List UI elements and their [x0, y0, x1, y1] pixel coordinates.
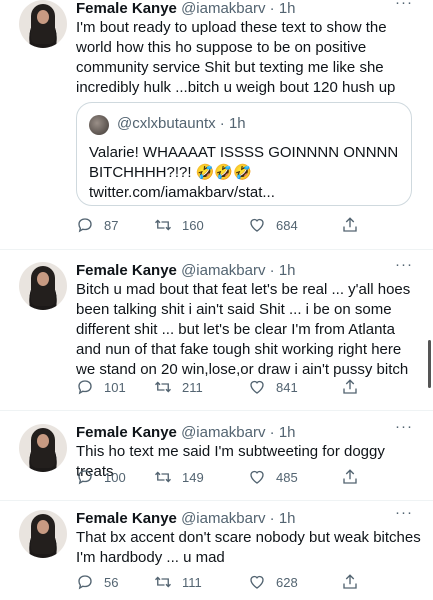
- share-button[interactable]: [341, 573, 359, 591]
- tweet-header: Female Kanye @iamakbarv · 1h: [76, 262, 296, 279]
- more-options-icon[interactable]: ···: [395, 504, 413, 521]
- tweet-divider: [0, 500, 433, 501]
- retweet-button[interactable]: 211: [154, 378, 203, 396]
- avatar[interactable]: [19, 510, 67, 558]
- reply-icon: [78, 575, 92, 590]
- share-icon: [343, 217, 357, 232]
- like-icon: [250, 575, 264, 589]
- tweet-text: I'm bout ready to upload these text to s…: [76, 19, 396, 96]
- display-name[interactable]: Female Kanye: [76, 0, 177, 17]
- reply-button[interactable]: 101: [76, 378, 126, 396]
- reply-button[interactable]: 56: [76, 573, 118, 591]
- quoted-timestamp: · 1h: [219, 115, 246, 132]
- retweet-count: 111: [182, 574, 202, 590]
- tweet-divider: [0, 249, 433, 250]
- reply-icon: [78, 470, 92, 485]
- quote-tweet[interactable]: @cxlxbutauntx · 1h Valarie! WHAAAAT ISSS…: [76, 102, 412, 206]
- display-name[interactable]: Female Kanye: [76, 424, 177, 441]
- like-button[interactable]: 485: [248, 468, 298, 486]
- more-options-icon[interactable]: ···: [395, 256, 413, 273]
- handle[interactable]: @iamakbarv: [181, 424, 265, 441]
- quoted-header: @cxlxbutauntx · 1h: [117, 115, 246, 132]
- share-button[interactable]: [341, 378, 359, 396]
- like-icon: [250, 218, 264, 232]
- avatar[interactable]: [19, 424, 67, 472]
- timestamp[interactable]: · 1h: [270, 510, 296, 527]
- like-count: 841: [276, 379, 298, 395]
- handle[interactable]: @iamakbarv: [181, 0, 265, 17]
- tweet-actions: 56 111 628: [76, 573, 376, 593]
- retweet-count: 211: [182, 379, 203, 395]
- reply-count: 100: [104, 469, 126, 485]
- reply-count: 87: [104, 217, 119, 233]
- timestamp[interactable]: · 1h: [270, 262, 296, 279]
- display-name[interactable]: Female Kanye: [76, 262, 177, 279]
- avatar[interactable]: [19, 262, 67, 310]
- tweet-divider: [0, 410, 433, 411]
- tweet-header: Female Kanye @iamakbarv · 1h: [76, 0, 296, 17]
- reply-button[interactable]: 100: [76, 468, 126, 486]
- tweet-actions: 101 211 841: [76, 378, 376, 398]
- retweet-button[interactable]: 160: [154, 216, 204, 234]
- retweet-count: 149: [182, 469, 204, 485]
- display-name[interactable]: Female Kanye: [76, 510, 177, 527]
- retweet-icon: [155, 219, 171, 231]
- share-icon: [343, 469, 357, 484]
- reply-count: 101: [104, 379, 126, 395]
- tweet-2[interactable]: Female Kanye @iamakbarv · 1h ··· Bitch u…: [0, 256, 433, 412]
- handle[interactable]: @iamakbarv: [181, 262, 265, 279]
- reply-icon: [78, 218, 92, 233]
- reply-count: 56: [104, 574, 119, 590]
- handle[interactable]: @iamakbarv: [181, 510, 265, 527]
- tweet-actions: 100 149 485: [76, 468, 376, 488]
- like-count: 628: [276, 574, 298, 590]
- timestamp[interactable]: · 1h: [270, 0, 296, 17]
- tweet-4[interactable]: Female Kanye @iamakbarv · 1h ··· That bx…: [0, 504, 433, 600]
- reply-icon: [78, 380, 92, 395]
- timestamp[interactable]: · 1h: [270, 424, 296, 441]
- quoted-text: Valarie! WHAAAAT ISSSS GOINNNN ONNNN BIT…: [89, 144, 399, 201]
- like-count: 684: [276, 217, 298, 233]
- like-button[interactable]: 841: [248, 378, 298, 396]
- quoted-avatar: [89, 115, 109, 135]
- like-button[interactable]: 684: [248, 216, 298, 234]
- tweet-1[interactable]: Female Kanye @iamakbarv · 1h ··· I'm bou…: [0, 0, 433, 250]
- avatar[interactable]: [19, 0, 67, 48]
- tweet-header: Female Kanye @iamakbarv · 1h: [76, 510, 296, 527]
- tweet-3[interactable]: Female Kanye @iamakbarv · 1h ··· This ho…: [0, 418, 433, 500]
- quoted-handle: @cxlxbutauntx: [117, 115, 216, 132]
- retweet-icon: [155, 576, 171, 588]
- retweet-button[interactable]: 149: [154, 468, 204, 486]
- more-options-icon[interactable]: ···: [395, 418, 413, 435]
- tweet-header: Female Kanye @iamakbarv · 1h: [76, 424, 296, 441]
- scrollbar[interactable]: [428, 340, 431, 388]
- tweet-text: That bx accent don't scare nobody but we…: [76, 529, 421, 566]
- tweet-text: Bitch u mad bout that feat let's be real…: [76, 281, 411, 378]
- retweet-count: 160: [182, 217, 204, 233]
- like-icon: [250, 470, 264, 484]
- reply-button[interactable]: 87: [76, 216, 118, 234]
- share-icon: [343, 379, 357, 394]
- like-icon: [250, 380, 264, 394]
- retweet-button[interactable]: 111: [154, 573, 202, 591]
- share-icon: [343, 574, 357, 589]
- retweet-icon: [155, 471, 171, 483]
- share-button[interactable]: [341, 216, 359, 234]
- retweet-icon: [155, 381, 171, 393]
- like-button[interactable]: 628: [248, 573, 298, 591]
- more-options-icon[interactable]: ···: [395, 0, 413, 11]
- like-count: 485: [276, 469, 298, 485]
- share-button[interactable]: [341, 468, 359, 486]
- tweet-actions: 87 160 684: [76, 216, 376, 236]
